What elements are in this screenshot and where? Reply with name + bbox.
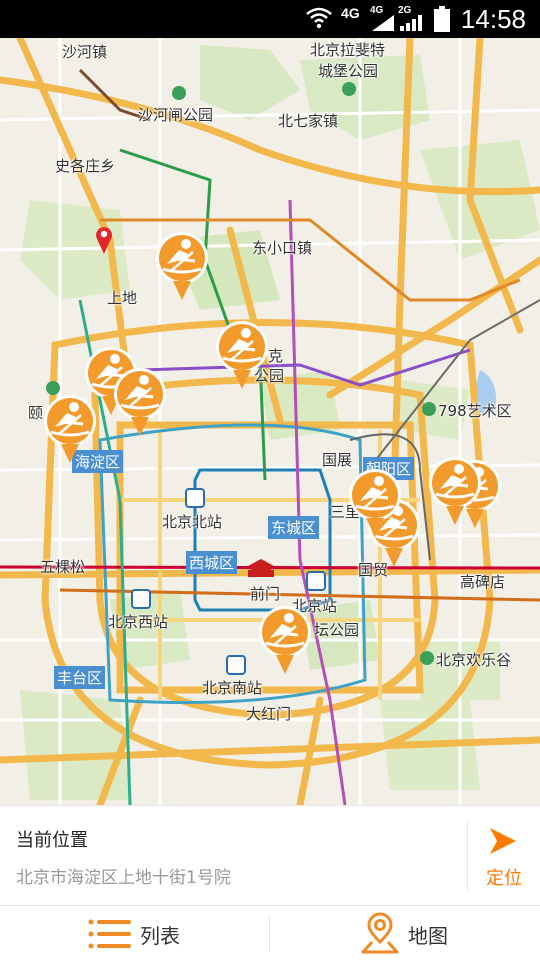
rowing-icon xyxy=(216,321,268,389)
place-label: 上地 xyxy=(107,289,138,307)
venue-marker[interactable] xyxy=(428,456,482,526)
place-label: 北京拉斐特 xyxy=(310,41,386,59)
park-icon xyxy=(420,651,434,665)
park-icon xyxy=(422,402,436,416)
venue-marker[interactable] xyxy=(348,468,402,538)
map-view[interactable]: 沙河镇 北京拉斐特 城堡公园 沙河闸公园 北七家镇 史各庄乡 东小口镇 上地 克… xyxy=(0,38,540,805)
current-location-address: 北京市海淀区上地十街1号院 xyxy=(16,868,231,888)
park-icon xyxy=(342,82,356,96)
bottom-tab-bar: 列表 地图 xyxy=(0,905,540,961)
signal-icon xyxy=(372,15,394,31)
tab-map[interactable]: 地图 xyxy=(270,906,539,961)
rowing-icon xyxy=(429,457,481,525)
list-icon xyxy=(88,919,131,949)
location-pin-icon[interactable] xyxy=(94,225,114,255)
place-label: 北七家镇 xyxy=(278,112,339,130)
locate-label: 定位 xyxy=(486,868,522,889)
place-label: 东小口镇 xyxy=(252,239,313,257)
place-label: 北京西站 xyxy=(108,613,169,631)
tab-map-label: 地图 xyxy=(408,924,448,948)
map-pin-icon xyxy=(361,912,399,954)
place-label: 克 xyxy=(268,347,284,365)
tiananmen-icon xyxy=(248,559,274,577)
rowing-icon xyxy=(259,606,311,674)
place-label: 北京欢乐谷 xyxy=(436,651,512,669)
navigate-arrow-icon xyxy=(490,828,516,854)
place-label: 798艺术区 xyxy=(438,402,512,420)
venue-marker[interactable] xyxy=(215,320,269,390)
place-label: 五棵松 xyxy=(40,558,86,576)
rowing-icon xyxy=(114,368,166,436)
signal-icon xyxy=(400,15,422,31)
venue-marker[interactable] xyxy=(43,394,97,464)
railway-station-icon xyxy=(131,589,151,609)
clock: 14:58 xyxy=(460,4,526,34)
place-label: 国展 xyxy=(322,451,353,469)
network-type-label: 4G xyxy=(341,5,360,21)
rowing-icon xyxy=(349,469,401,537)
venue-marker[interactable] xyxy=(113,367,167,437)
tab-list[interactable]: 列表 xyxy=(0,906,269,961)
place-label: 北京南站 xyxy=(202,679,263,697)
railway-station-icon xyxy=(306,571,326,591)
railway-station-icon xyxy=(226,655,246,675)
tab-list-label: 列表 xyxy=(140,924,180,948)
railway-station-icon xyxy=(185,488,205,508)
wifi-icon xyxy=(306,7,332,29)
rowing-icon xyxy=(44,395,96,463)
district-label: 东城区 xyxy=(268,516,320,539)
place-label: 前门 xyxy=(250,585,281,603)
venue-marker[interactable] xyxy=(258,605,312,675)
place-label: 沙河镇 xyxy=(62,43,108,61)
park-icon xyxy=(46,381,60,395)
venue-marker[interactable] xyxy=(155,231,209,301)
place-label: 北京北站 xyxy=(162,513,223,531)
battery-icon xyxy=(434,6,450,32)
status-bar: 4G 4G 2G 14:58 xyxy=(0,0,540,38)
place-label: 城堡公园 xyxy=(318,62,379,80)
rowing-icon xyxy=(156,232,208,300)
place-label: 史各庄乡 xyxy=(55,157,116,175)
place-label: 高碑店 xyxy=(460,573,506,591)
district-label: 丰台区 xyxy=(54,666,106,689)
place-label: 大红门 xyxy=(246,705,292,723)
district-label: 西城区 xyxy=(186,551,238,574)
place-label: 坛公园 xyxy=(314,621,360,639)
park-icon xyxy=(172,86,186,100)
place-label: 沙河闸公园 xyxy=(138,106,214,124)
current-location-title: 当前位置 xyxy=(16,830,88,851)
place-label: 颐 xyxy=(28,404,44,422)
locate-button[interactable]: 定位 xyxy=(467,820,540,892)
current-location-panel: 当前位置 北京市海淀区上地十街1号院 定位 xyxy=(0,805,540,906)
